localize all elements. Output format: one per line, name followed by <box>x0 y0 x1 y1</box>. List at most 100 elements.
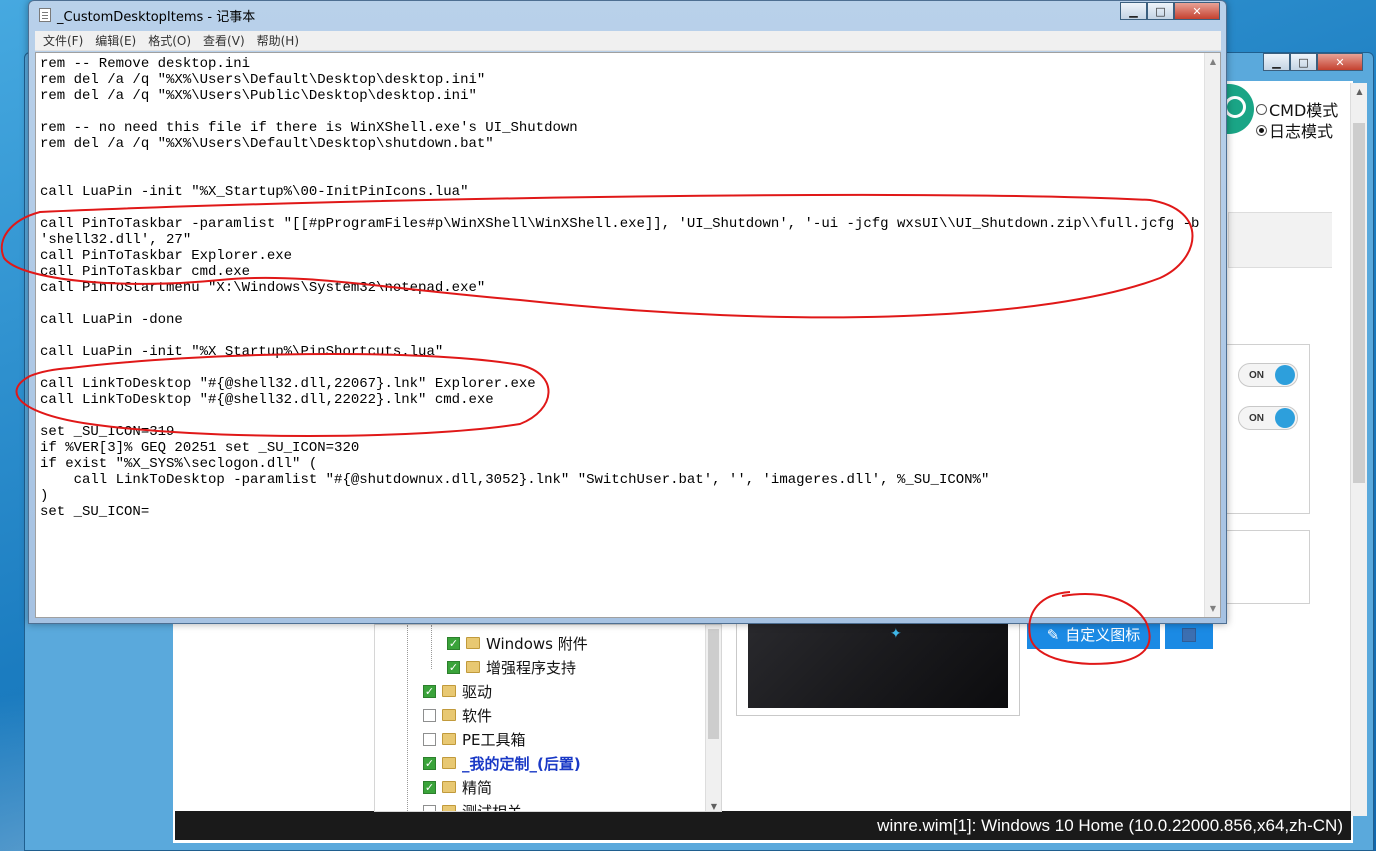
tree-item[interactable]: 测试相关 <box>423 800 523 812</box>
checkbox-checked-icon[interactable]: ✓ <box>447 636 460 650</box>
notepad-line: set _SU_ICON=319 <box>40 424 175 440</box>
mode-radio-log[interactable]: 日志模式 <box>1256 118 1333 142</box>
notepad-line: call LuaPin -init "%X_Startup%\00-InitPi… <box>40 184 469 200</box>
scroll-up-icon[interactable]: ▲ <box>1205 57 1221 66</box>
radio-log-icon[interactable] <box>1256 124 1267 136</box>
toggle-1-knob <box>1275 365 1295 385</box>
notepad-line: rem del /a /q "%X%\Users\Default\Desktop… <box>40 72 486 88</box>
menu-view[interactable]: 查看(V) <box>203 32 245 49</box>
mode-label-log: 日志模式 <box>1269 122 1334 141</box>
notepad-line: rem del /a /q "%X%\Users\Public\Desktop\… <box>40 88 477 104</box>
checkbox-checked-icon[interactable]: ✓ <box>423 756 436 770</box>
component-tree[interactable]: ✓ Windows 附件 ✓ 增强程序支持 ✓ 驱动 软件 PE工具箱 ✓ _我… <box>374 624 722 812</box>
minimize-button[interactable]: ▁ <box>1120 2 1147 20</box>
bg-vertical-scrollbar[interactable]: ▲ <box>1350 83 1367 816</box>
notepad-line <box>40 328 1200 344</box>
tree-scroll-down-icon[interactable]: ▼ <box>706 802 721 811</box>
bg-minimize-button[interactable]: ▁ <box>1263 53 1290 71</box>
pencil-icon: ✎ <box>1046 625 1060 644</box>
tree-item-label: 精简 <box>462 778 493 797</box>
notepad-line: rem del /a /q "%X%\Users\Default\Desktop… <box>40 136 494 152</box>
tree-item[interactable]: ✓ 增强程序支持 <box>447 656 576 678</box>
fish-icon: ✦ <box>890 626 902 642</box>
tree-item[interactable]: ✓ Windows 附件 <box>447 632 588 654</box>
checkbox-checked-icon[interactable]: ✓ <box>423 684 436 698</box>
folder-icon <box>466 637 480 649</box>
tree-item[interactable]: ✓ _我的定制_(后置) <box>423 752 581 774</box>
tree-item[interactable]: ✓ 驱动 <box>423 680 492 702</box>
tree-item[interactable]: 软件 <box>423 704 492 726</box>
menu-edit[interactable]: 编辑(E) <box>95 32 136 49</box>
checkbox-unchecked-icon[interactable] <box>423 708 436 722</box>
notepad-edit-area[interactable]: rem -- Remove desktop.ini rem del /a /q "… <box>35 52 1221 618</box>
custom-icon-button[interactable]: ✎ 自定义图标 <box>1027 620 1160 649</box>
tree-item[interactable]: PE工具箱 <box>423 728 526 750</box>
folder-icon <box>442 781 456 793</box>
notepad-line: call LinkToDesktop -paramlist "#{@shutdo… <box>40 472 990 488</box>
options-panel-2 <box>1226 530 1310 604</box>
bg-caption-buttons: ▁ □ ✕ <box>1263 53 1363 71</box>
tree-item-label: 驱动 <box>462 682 493 701</box>
checkbox-unchecked-icon[interactable] <box>423 732 436 746</box>
notepad-line <box>40 168 1200 184</box>
close-button[interactable]: ✕ <box>1174 2 1220 20</box>
notepad-line: call LuaPin -done <box>40 312 183 328</box>
toggle-2-label: ON <box>1249 412 1264 424</box>
notepad-line: if exist "%X_SYS%\seclogon.dll" ( <box>40 456 318 472</box>
notepad-line: call PinToTaskbar cmd.exe <box>40 264 251 280</box>
notepad-text[interactable]: rem -- Remove desktop.ini rem del /a /q "… <box>40 56 1200 612</box>
notepad-caption-buttons: ▁ □ ✕ <box>1120 2 1220 20</box>
status-bar: winre.wim[1]: Windows 10 Home (10.0.2200… <box>175 811 1351 840</box>
notepad-line: 'shell32.dll', 27" <box>40 232 192 248</box>
notepad-title: _CustomDesktopItems - 记事本 <box>57 9 256 25</box>
tree-item-label: 增强程序支持 <box>486 658 577 677</box>
checkbox-checked-icon[interactable]: ✓ <box>423 780 436 794</box>
tree-scroll-thumb[interactable] <box>708 629 719 739</box>
menu-help[interactable]: 帮助(H) <box>257 32 299 49</box>
folder-icon <box>442 805 456 811</box>
checkbox-checked-icon[interactable]: ✓ <box>447 660 460 674</box>
folder-icon <box>442 709 456 721</box>
extra-button[interactable] <box>1165 620 1213 649</box>
tree-item-label: Windows 附件 <box>486 634 588 653</box>
tree-item-label: 测试相关 <box>462 802 523 812</box>
tree-item-label: PE工具箱 <box>462 730 526 749</box>
bg-maximize-button[interactable]: □ <box>1290 53 1317 71</box>
notepad-line: set _SU_ICON= <box>40 504 150 520</box>
menu-file[interactable]: 文件(F) <box>43 32 83 49</box>
notepad-line <box>40 296 1200 312</box>
bg-scroll-thumb[interactable] <box>1353 123 1365 483</box>
notepad-line: call PinToStartmenu "X:\Windows\System32… <box>40 280 486 296</box>
notepad-doc-icon <box>39 8 51 22</box>
bg-scroll-up-icon[interactable]: ▲ <box>1351 83 1368 100</box>
notepad-line: if %VER[3]% GEQ 20251 set _SU_ICON=320 <box>40 440 360 456</box>
toggle-switch-2[interactable]: ON <box>1238 406 1298 430</box>
notepad-title-bar[interactable]: _CustomDesktopItems - 记事本 <box>39 5 255 25</box>
folder-icon <box>466 661 480 673</box>
custom-icon-button-label: 自定义图标 <box>1065 626 1141 644</box>
radio-cmd-icon[interactable] <box>1256 103 1267 115</box>
notepad-line: call LinkToDesktop "#{@shell32.dll,22067… <box>40 376 536 392</box>
menu-format[interactable]: 格式(O) <box>148 32 191 49</box>
toggle-switch-1[interactable]: ON <box>1238 363 1298 387</box>
toggle-1-label: ON <box>1249 369 1264 381</box>
wallpaper-preview-image: ✦ <box>748 614 1008 708</box>
bg-close-button[interactable]: ✕ <box>1317 53 1363 71</box>
tree-item-label: 软件 <box>462 706 493 725</box>
notepad-window: _CustomDesktopItems - 记事本 ▁ □ ✕ 文件(F) 编辑… <box>28 0 1227 624</box>
notepad-line <box>40 408 1200 424</box>
notepad-line: ) <box>40 488 49 504</box>
settings-header-band <box>1228 212 1332 268</box>
maximize-button[interactable]: □ <box>1147 2 1174 20</box>
tree-scrollbar[interactable]: ▼ <box>705 625 721 811</box>
tree-item[interactable]: ✓ 精简 <box>423 776 492 798</box>
toggle-2-knob <box>1275 408 1295 428</box>
status-text: winre.wim[1]: Windows 10 Home (10.0.2200… <box>877 815 1343 835</box>
notepad-line: rem -- Remove desktop.ini <box>40 56 251 72</box>
scroll-down-icon[interactable]: ▼ <box>1205 604 1221 613</box>
square-icon <box>1182 627 1196 642</box>
notepad-line: call PinToTaskbar Explorer.exe <box>40 248 293 264</box>
notepad-vertical-scrollbar[interactable]: ▲ ▼ <box>1204 53 1220 617</box>
notepad-line: call LinkToDesktop "#{@shell32.dll,22022… <box>40 392 494 408</box>
checkbox-unchecked-icon[interactable] <box>423 804 436 811</box>
